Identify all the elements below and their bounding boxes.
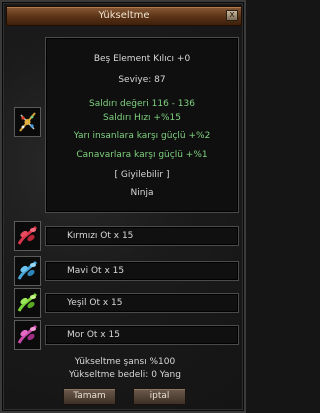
material-slot-blue[interactable] — [14, 256, 41, 286]
item-bonus-monsters: Canavarlara karşı güçlü +%1 — [76, 150, 208, 160]
item-attack-speed: Saldırı Hızı +%15 — [103, 113, 181, 123]
blue-herb-icon — [17, 260, 38, 280]
item-level: Seviye: 87 — [118, 75, 166, 85]
close-button[interactable]: x — [226, 10, 238, 21]
material-label-red: Kırmızı Ot x 15 — [67, 231, 134, 241]
material-row-purple: Mor Ot x 15 — [45, 325, 239, 345]
material-row-red: Kırmızı Ot x 15 — [45, 226, 239, 246]
sword-icon — [15, 108, 40, 136]
material-label-purple: Mor Ot x 15 — [67, 330, 120, 340]
window-title: Yükseltme — [98, 10, 150, 21]
material-label-blue: Mavi Ot x 15 — [67, 266, 125, 276]
upgrade-chance: Yükseltme şansı %100 — [74, 357, 176, 367]
upgrade-cost: Yükseltme bedeli: 0 Yang — [69, 370, 181, 380]
item-wearable: [ Giyilebilir ] — [114, 170, 170, 180]
red-herb-icon — [17, 225, 38, 245]
item-info-panel: Beş Element Kılıcı +0 Seviye: 87 Saldırı… — [45, 37, 239, 213]
ok-button[interactable]: Tamam — [63, 388, 116, 405]
material-row-blue: Mavi Ot x 15 — [45, 261, 239, 281]
item-name: Beş Element Kılıcı +0 — [93, 54, 191, 64]
title-bar[interactable]: Yükseltme x — [6, 6, 242, 26]
green-herb-icon — [17, 292, 38, 312]
material-slot-green[interactable] — [14, 288, 41, 318]
material-row-green: Yeşil Ot x 15 — [45, 293, 239, 313]
item-class: Ninja — [130, 188, 154, 198]
item-attack-value: Saldırı değeri 116 - 136 — [89, 99, 195, 109]
purple-herb-icon — [17, 324, 38, 344]
item-slot[interactable] — [14, 107, 41, 137]
cancel-button[interactable]: iptal — [133, 388, 186, 405]
material-label-green: Yeşil Ot x 15 — [67, 298, 123, 308]
upgrade-window: Yükseltme x Beş Element Kılıcı +0 Seviye… — [0, 0, 246, 413]
material-slot-purple[interactable] — [14, 320, 41, 350]
item-bonus-half-human: Yarı insanlara karşı güçlü +%2 — [73, 131, 211, 141]
material-slot-red[interactable] — [14, 221, 41, 251]
